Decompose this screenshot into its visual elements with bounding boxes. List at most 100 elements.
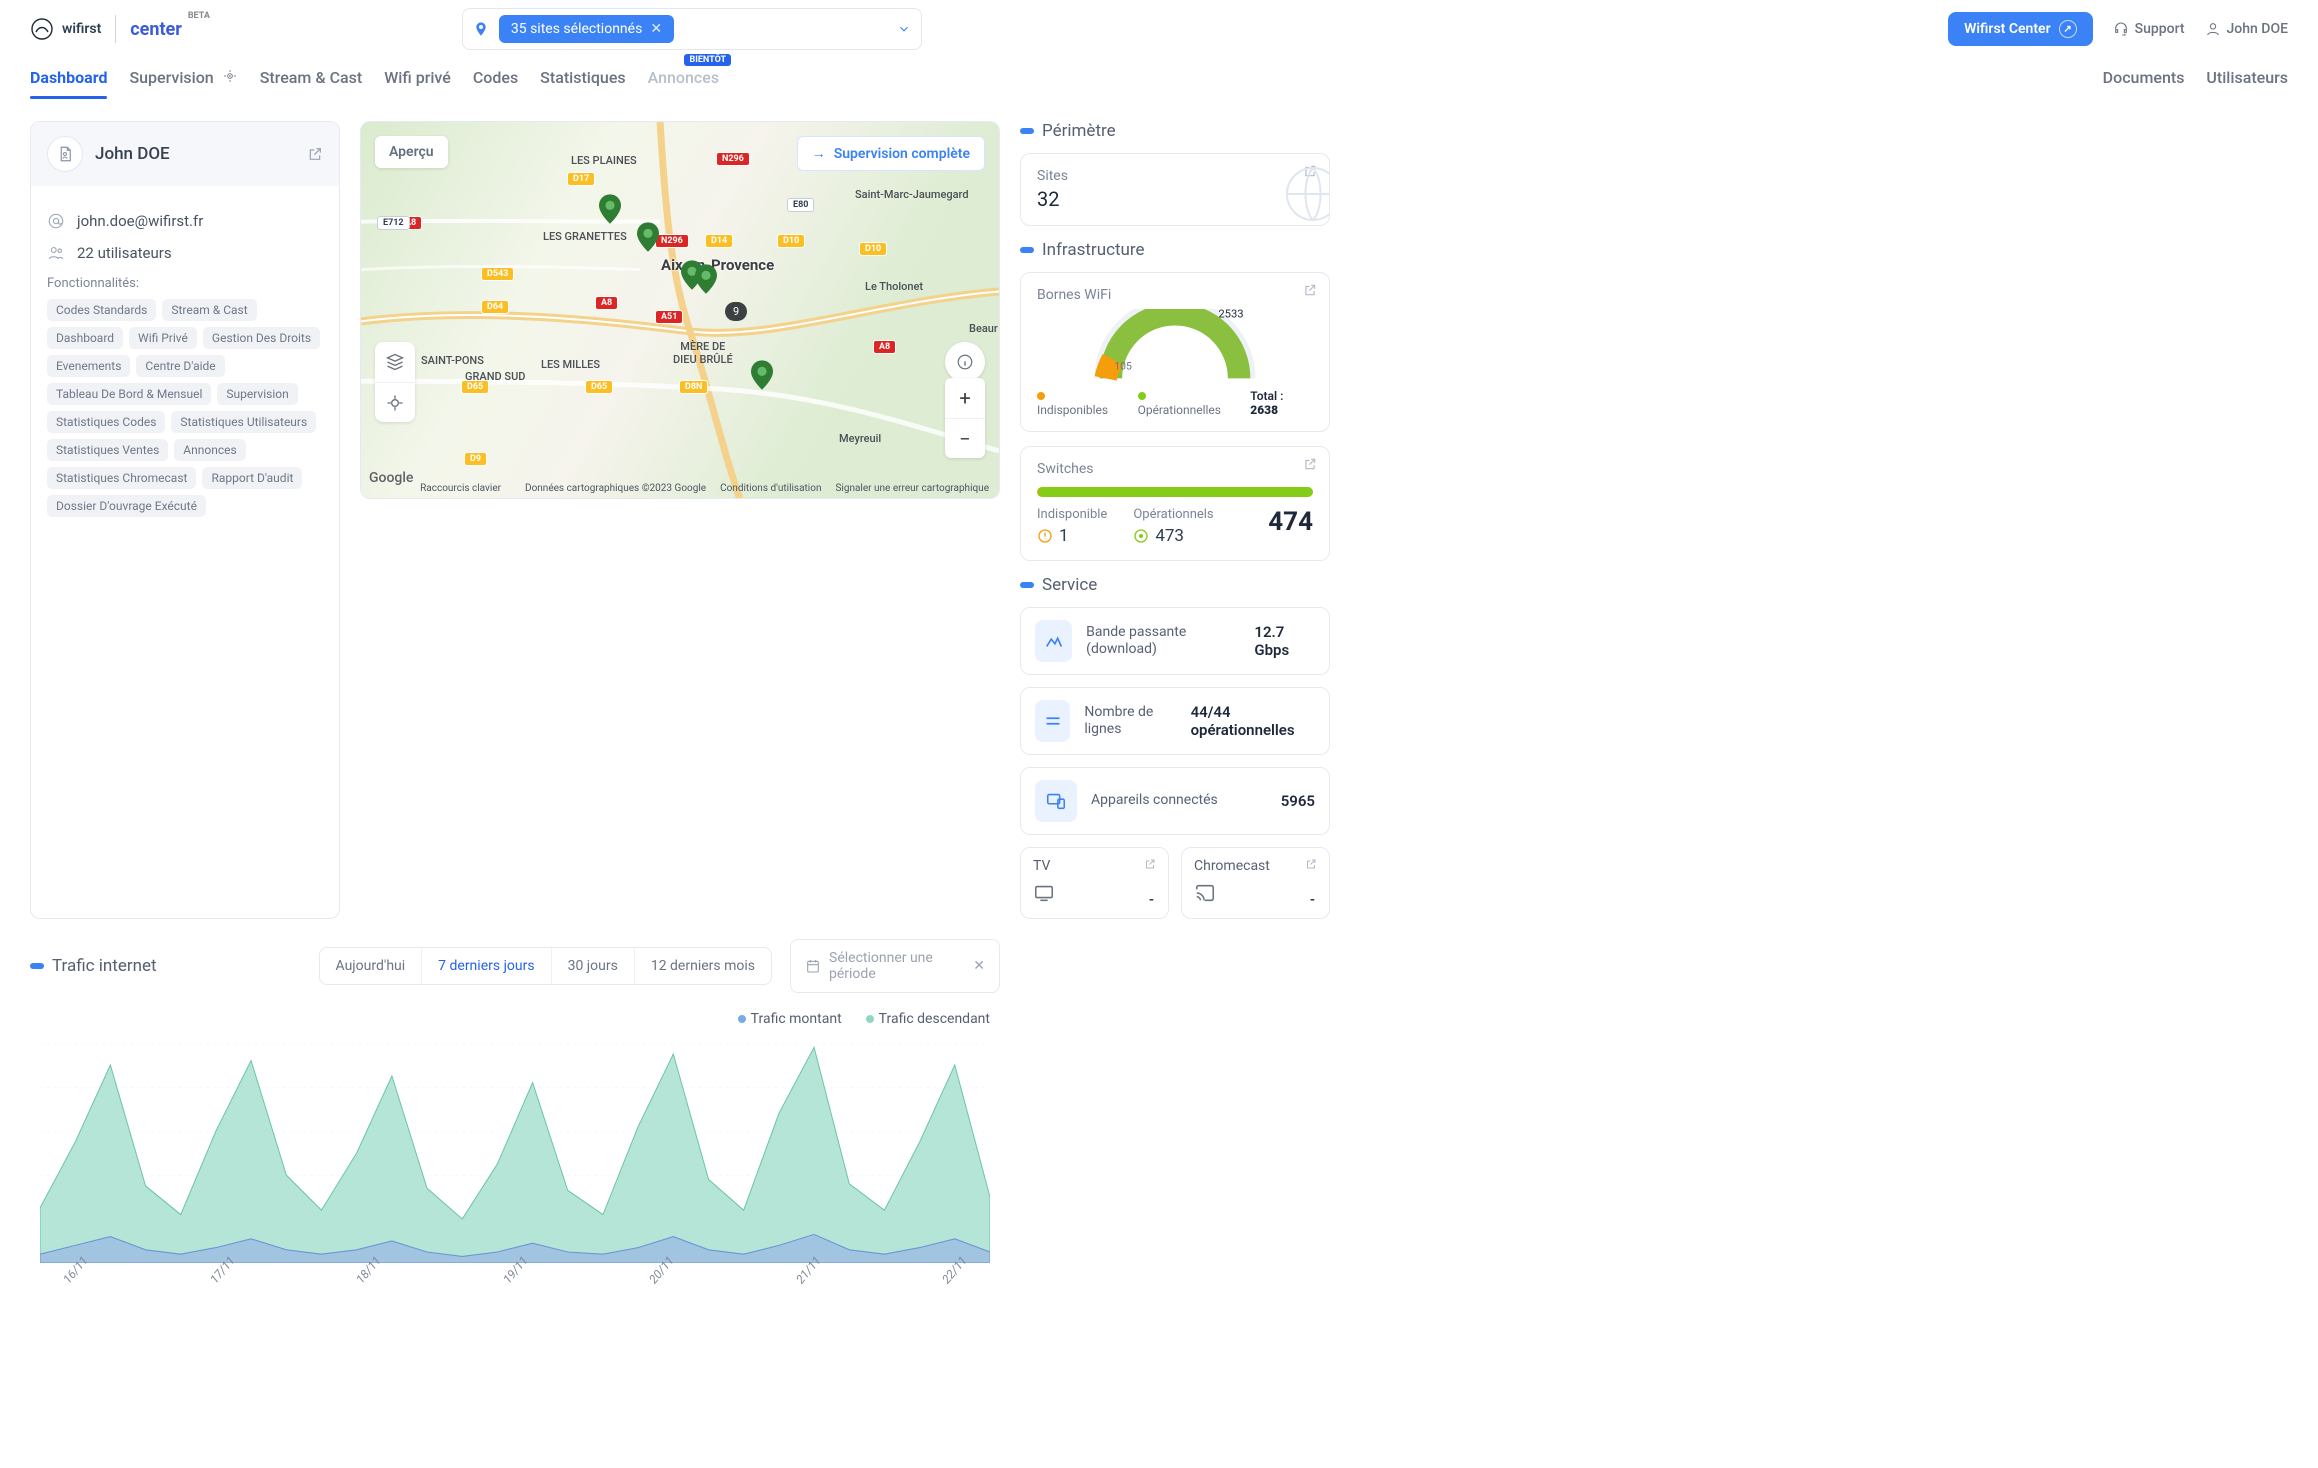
headset-icon xyxy=(2113,21,2129,37)
feature-chip: Statistiques Ventes xyxy=(47,439,168,461)
map-supervision-label: Supervision complète xyxy=(834,146,970,162)
at-icon xyxy=(47,212,65,230)
map-road-badge: D9 xyxy=(464,452,487,466)
calendar-icon xyxy=(805,958,821,974)
map-road-badge: E712 xyxy=(377,216,410,230)
traffic-seg-option[interactable]: 12 derniers mois xyxy=(634,948,771,984)
feature-chip: Wifi Privé xyxy=(129,327,197,349)
support-link[interactable]: Support xyxy=(2113,21,2185,37)
nav-codes[interactable]: Codes xyxy=(473,68,518,99)
brand-logo[interactable]: wifirst center BETA xyxy=(30,15,182,43)
traffic-seg-option[interactable]: Aujourd'hui xyxy=(320,948,422,984)
brand-product: center BETA xyxy=(130,19,182,40)
right-column: Périmètre Sites 32 Infrastructure Bornes… xyxy=(1020,121,1330,919)
external-link-icon[interactable] xyxy=(1305,858,1317,870)
feature-chip: Centre D'aide xyxy=(136,355,224,377)
feature-chip: Dossier D'ouvrage Exécuté xyxy=(47,495,206,517)
service-bandwidth[interactable]: Bande passante (download) 12.7 Gbps xyxy=(1020,607,1330,675)
service-devices-label: Appareils connectés xyxy=(1091,792,1218,810)
service-devices[interactable]: Appareils connectés 5965 xyxy=(1020,767,1330,835)
map-supervision-button[interactable]: → Supervision complète xyxy=(797,136,985,171)
profile-card: John DOE john.doe@wifirst.fr 22 utilisat… xyxy=(30,121,340,919)
service-cc-value: - xyxy=(1310,892,1315,908)
nav-documents[interactable]: Documents xyxy=(2103,68,2185,99)
external-link-icon[interactable] xyxy=(1303,283,1317,297)
sites-chip-label: 35 sites sélectionnés xyxy=(511,21,642,37)
service-chromecast[interactable]: Chromecast - xyxy=(1181,847,1330,919)
sw-op-label: Opérationnels xyxy=(1133,507,1213,522)
nav-wifi-prive[interactable]: Wifi privé xyxy=(384,68,451,99)
traffic-legend: Trafic montant Trafic descendant xyxy=(30,1011,990,1027)
target-icon xyxy=(222,68,238,84)
traffic-period-picker[interactable]: Sélectionner une période ✕ xyxy=(790,939,1000,993)
service-lines-value: 44/44 opérationnelles xyxy=(1191,703,1315,739)
nav-supervision[interactable]: Supervision xyxy=(129,68,237,99)
map-town-label: Saint-Marc-Jaumegard xyxy=(855,188,969,201)
brand-name: wifirst xyxy=(62,21,101,37)
nav-stats[interactable]: Statistiques xyxy=(540,68,625,99)
nav-annonces[interactable]: Annonces BIENTÔT xyxy=(648,68,719,99)
external-link-icon[interactable] xyxy=(1144,858,1156,870)
user-menu[interactable]: John DOE xyxy=(2205,21,2288,37)
external-arrow-icon: ↗ xyxy=(2059,20,2077,38)
legend-total-label: Total : xyxy=(1250,389,1283,403)
traffic-title: Trafic internet xyxy=(52,956,157,976)
map-town-label: LES GRANETTES xyxy=(543,230,627,243)
traffic-chart xyxy=(30,1033,1000,1263)
sites-chip[interactable]: 35 sites sélectionnés ✕ xyxy=(499,15,674,43)
wifirst-logo-icon xyxy=(30,17,54,41)
map-layers-button[interactable] xyxy=(375,342,415,382)
map-panel[interactable]: Aperçu → Supervision complète Aix-en-Pro… xyxy=(360,121,1000,499)
legend-indispo: Indisponibles xyxy=(1037,403,1108,417)
chevron-down-icon[interactable] xyxy=(897,22,911,36)
map-pin-icon[interactable] xyxy=(751,360,773,390)
map-pin-icon[interactable] xyxy=(599,194,621,224)
map-zoom-in-button[interactable]: + xyxy=(945,378,985,418)
perimetre-head-label: Périmètre xyxy=(1042,121,1116,141)
map-gps-button[interactable] xyxy=(375,382,415,422)
infra-bornes-card[interactable]: Bornes WiFi 2533 105 Indisponibles Opéra… xyxy=(1020,272,1330,432)
profile-name: John DOE xyxy=(95,144,170,164)
nav-utilisateurs[interactable]: Utilisateurs xyxy=(2206,68,2288,99)
service-tv[interactable]: TV - xyxy=(1020,847,1169,919)
map-zoom-out-button[interactable]: − xyxy=(945,418,985,458)
map-road-badge: A8 xyxy=(873,340,896,354)
sw-total: 474 xyxy=(1268,507,1313,537)
sw-indispo-label: Indisponible xyxy=(1037,507,1107,522)
nav-stream-cast[interactable]: Stream & Cast xyxy=(260,68,363,99)
user-icon xyxy=(2205,21,2221,37)
map-cluster-badge[interactable]: 9 xyxy=(725,302,747,321)
map-town-label: LES MILLES xyxy=(541,358,600,371)
map-zoom: + − xyxy=(945,378,985,458)
map-road-badge: A8 xyxy=(595,296,618,310)
sites-selector[interactable]: 35 sites sélectionnés ✕ xyxy=(462,8,922,50)
clear-icon[interactable]: ✕ xyxy=(973,958,985,974)
map-footer-report[interactable]: Signaler une erreur cartographique xyxy=(835,483,989,494)
arrow-right-icon: → xyxy=(812,145,826,162)
service-head: Service xyxy=(1020,575,1330,595)
nav-annonces-badge: BIENTÔT xyxy=(684,54,731,66)
traffic-seg-option[interactable]: 7 derniers jours xyxy=(421,948,550,984)
globe-icon xyxy=(1269,162,1330,226)
map-info-button[interactable] xyxy=(945,342,985,382)
external-link-icon[interactable] xyxy=(1303,457,1317,471)
features-label: Fonctionnalités: xyxy=(47,276,323,291)
nav-dashboard[interactable]: Dashboard xyxy=(30,68,107,99)
feature-chip: Codes Standards xyxy=(47,299,156,321)
map-pin-icon[interactable] xyxy=(695,264,717,294)
service-lines[interactable]: Nombre de lignes 44/44 opérationnelles xyxy=(1020,687,1330,755)
external-link-icon[interactable] xyxy=(307,146,323,162)
map-footer-terms[interactable]: Conditions d'utilisation xyxy=(720,483,821,494)
map-road-badge: E80 xyxy=(787,198,814,212)
feature-chip: Evenements xyxy=(47,355,130,377)
brand-product-text: center xyxy=(130,19,182,40)
map-pin-icon[interactable] xyxy=(637,222,659,252)
infra-switches-card[interactable]: Switches Indisponible 1 Opérationnels 47… xyxy=(1020,446,1330,561)
map-footer-shortcuts[interactable]: Raccourcis clavier xyxy=(420,483,501,494)
traffic-seg-option[interactable]: 30 jours xyxy=(551,948,634,984)
traffic-range-segment: Aujourd'hui7 derniers jours30 jours12 de… xyxy=(319,947,772,985)
sites-chip-clear-icon[interactable]: ✕ xyxy=(650,21,662,37)
perimetre-card[interactable]: Sites 32 xyxy=(1020,153,1330,226)
feature-chip: Gestion Des Droits xyxy=(203,327,320,349)
wifirst-center-button[interactable]: Wifirst Center ↗ xyxy=(1948,12,2093,46)
